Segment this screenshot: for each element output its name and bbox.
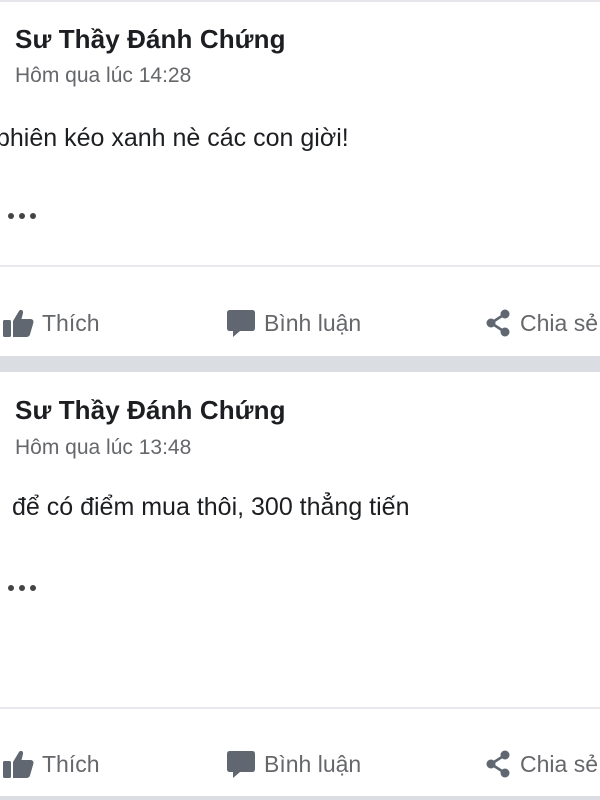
post-actions-bar: Thích Bình luận Chia sẻ xyxy=(0,298,600,348)
share-icon xyxy=(486,309,510,337)
see-more-ellipsis-icon[interactable] xyxy=(8,213,36,219)
like-button[interactable]: Thích xyxy=(2,739,100,789)
share-button[interactable]: Chia sẻ xyxy=(484,298,598,348)
speech-bubble-icon xyxy=(227,751,255,778)
like-button[interactable]: Thích xyxy=(2,298,100,348)
comment-label: Bình luận xyxy=(264,309,362,336)
share-button[interactable]: Chia sẻ xyxy=(484,739,598,789)
thumbs-up-icon xyxy=(3,750,34,778)
thumbs-up-icon xyxy=(3,309,34,337)
post-separator xyxy=(0,796,600,800)
speech-bubble-icon xyxy=(227,310,255,337)
post-border xyxy=(0,0,600,2)
post-divider xyxy=(0,265,600,267)
like-label: Thích xyxy=(42,309,100,336)
post-author-name[interactable]: Sư Thầy Đánh Chứng xyxy=(15,24,286,55)
post-author-name[interactable]: Sư Thầy Đánh Chứng xyxy=(15,395,286,426)
post-card: Sư Thầy Đánh Chứng Hôm qua lúc 14:28 phi… xyxy=(0,0,600,356)
post-timestamp[interactable]: Hôm qua lúc 13:48 xyxy=(15,436,191,460)
share-label: Chia sẻ xyxy=(520,309,598,336)
post-text: để có điểm mua thôi, 300 thẳng tiến xyxy=(12,493,410,521)
share-icon xyxy=(486,750,510,778)
comment-button[interactable]: Bình luận xyxy=(226,298,361,348)
post-text: phiên kéo xanh nè các con giời! xyxy=(0,124,349,152)
post-timestamp[interactable]: Hôm qua lúc 14:28 xyxy=(15,64,191,88)
share-label: Chia sẻ xyxy=(520,750,598,777)
post-divider xyxy=(0,707,600,709)
see-more-ellipsis-icon[interactable] xyxy=(8,585,36,591)
post-card: Sư Thầy Đánh Chứng Hôm qua lúc 13:48 để … xyxy=(0,372,600,800)
comment-label: Bình luận xyxy=(264,750,362,777)
news-feed: Sư Thầy Đánh Chứng Hôm qua lúc 14:28 phi… xyxy=(0,0,600,800)
like-label: Thích xyxy=(42,750,100,777)
comment-button[interactable]: Bình luận xyxy=(226,739,361,789)
post-actions-bar: Thích Bình luận Chia sẻ xyxy=(0,739,600,789)
post-separator xyxy=(0,356,600,372)
